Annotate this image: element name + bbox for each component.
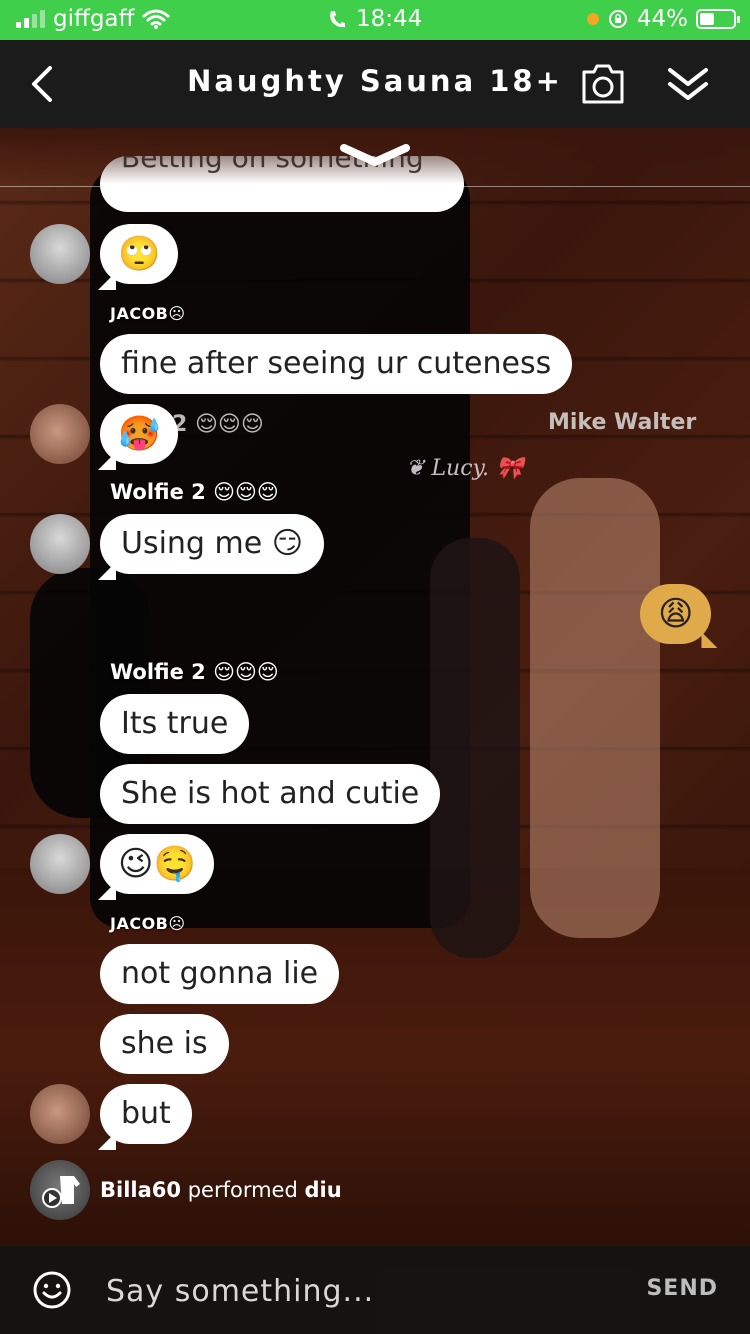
avatar[interactable] [30, 1160, 90, 1220]
username-label[interactable]: JACOB☹ [110, 304, 186, 323]
username-label[interactable]: Wolfie 2 😌😌😌 [110, 660, 279, 684]
username-label[interactable]: JACOB☹ [110, 914, 186, 933]
message-bubble: fine after seeing ur cuteness [100, 334, 573, 394]
message-text: not gonna lie [121, 956, 319, 991]
play-icon [42, 1176, 80, 1208]
own-message-bubble: 😩 [640, 584, 712, 644]
scene-name-mike-walter: Mike Walter [548, 410, 697, 435]
action-user[interactable]: Billa60 [100, 1178, 181, 1202]
camera-button[interactable] [580, 62, 626, 106]
wifi-icon [142, 9, 170, 29]
message-text: Using me 😏 [121, 526, 304, 561]
message-text: She is hot and cutie [121, 776, 420, 811]
avatar[interactable] [30, 224, 90, 284]
carrier-name: giffgaff [53, 6, 135, 32]
carrier-group: giffgaff [16, 6, 170, 32]
action-verb: performed [187, 1178, 298, 1202]
message-text: but [121, 1096, 171, 1131]
send-button[interactable]: SEND [646, 1276, 718, 1301]
message-bubble: not gonna lie [100, 944, 340, 1004]
message-text: fine after seeing ur cuteness [121, 346, 552, 381]
rotation-lock-icon [608, 10, 627, 28]
message-bubble: she is [100, 1014, 229, 1074]
message-bubble: Using me 😏 [100, 514, 325, 574]
message-input[interactable] [104, 1268, 608, 1314]
message-text: 😉🤤 [118, 844, 196, 884]
avatar[interactable] [30, 404, 90, 464]
message-text: 😩 [658, 594, 694, 634]
message-bubble: She is hot and cutie [100, 764, 441, 824]
mic-in-use-indicator [586, 13, 599, 25]
collapse-button[interactable] [664, 64, 712, 104]
battery-percent: 44% [636, 6, 688, 32]
message-bubble: 😉🤤 [100, 834, 214, 894]
divider-overlay [0, 186, 750, 187]
message-bubble: but [100, 1084, 192, 1144]
message-text: Its true [121, 706, 229, 741]
pull-down-icon[interactable] [340, 140, 410, 170]
smiley-icon[interactable] [32, 1270, 72, 1310]
message-bubble: Its true [100, 694, 250, 754]
action-name: diu [304, 1178, 342, 1202]
message-bubble: 🥵 [100, 404, 179, 464]
avatar[interactable] [30, 1084, 90, 1144]
chat-header: Naughty Sauna 18+ [0, 40, 750, 128]
female-avatar [430, 538, 520, 958]
message-text: 🥵 [118, 414, 161, 454]
message-bubble: 🙄 [100, 224, 179, 284]
room-title: Naughty Sauna 18+ [187, 64, 563, 98]
ghost-username: 2 😌😌😌 [172, 412, 264, 437]
avatar[interactable] [30, 514, 90, 574]
scene-name-lucy: ❦ Lucy. 🎀 [406, 456, 524, 481]
message-text: 🙄 [118, 234, 161, 274]
action-notification: Billa60 performed diu [100, 1178, 342, 1202]
signal-icon [16, 10, 45, 28]
room-scene[interactable] [0, 128, 750, 1246]
clock: 18:44 [356, 6, 423, 32]
status-bar: giffgaff 18:44 44% [0, 0, 750, 40]
message-text: she is [121, 1026, 208, 1061]
male-avatar [530, 478, 660, 938]
status-right-group: 44% [586, 6, 740, 32]
battery-icon [696, 9, 740, 29]
call-time-group: 18:44 [328, 6, 422, 32]
avatar[interactable] [30, 834, 90, 894]
lucy-label: Lucy. [431, 456, 490, 481]
phone-icon [330, 11, 345, 28]
username-label[interactable]: Wolfie 2 😌😌😌 [110, 480, 279, 504]
message-input-bar: SEND [0, 1246, 750, 1334]
